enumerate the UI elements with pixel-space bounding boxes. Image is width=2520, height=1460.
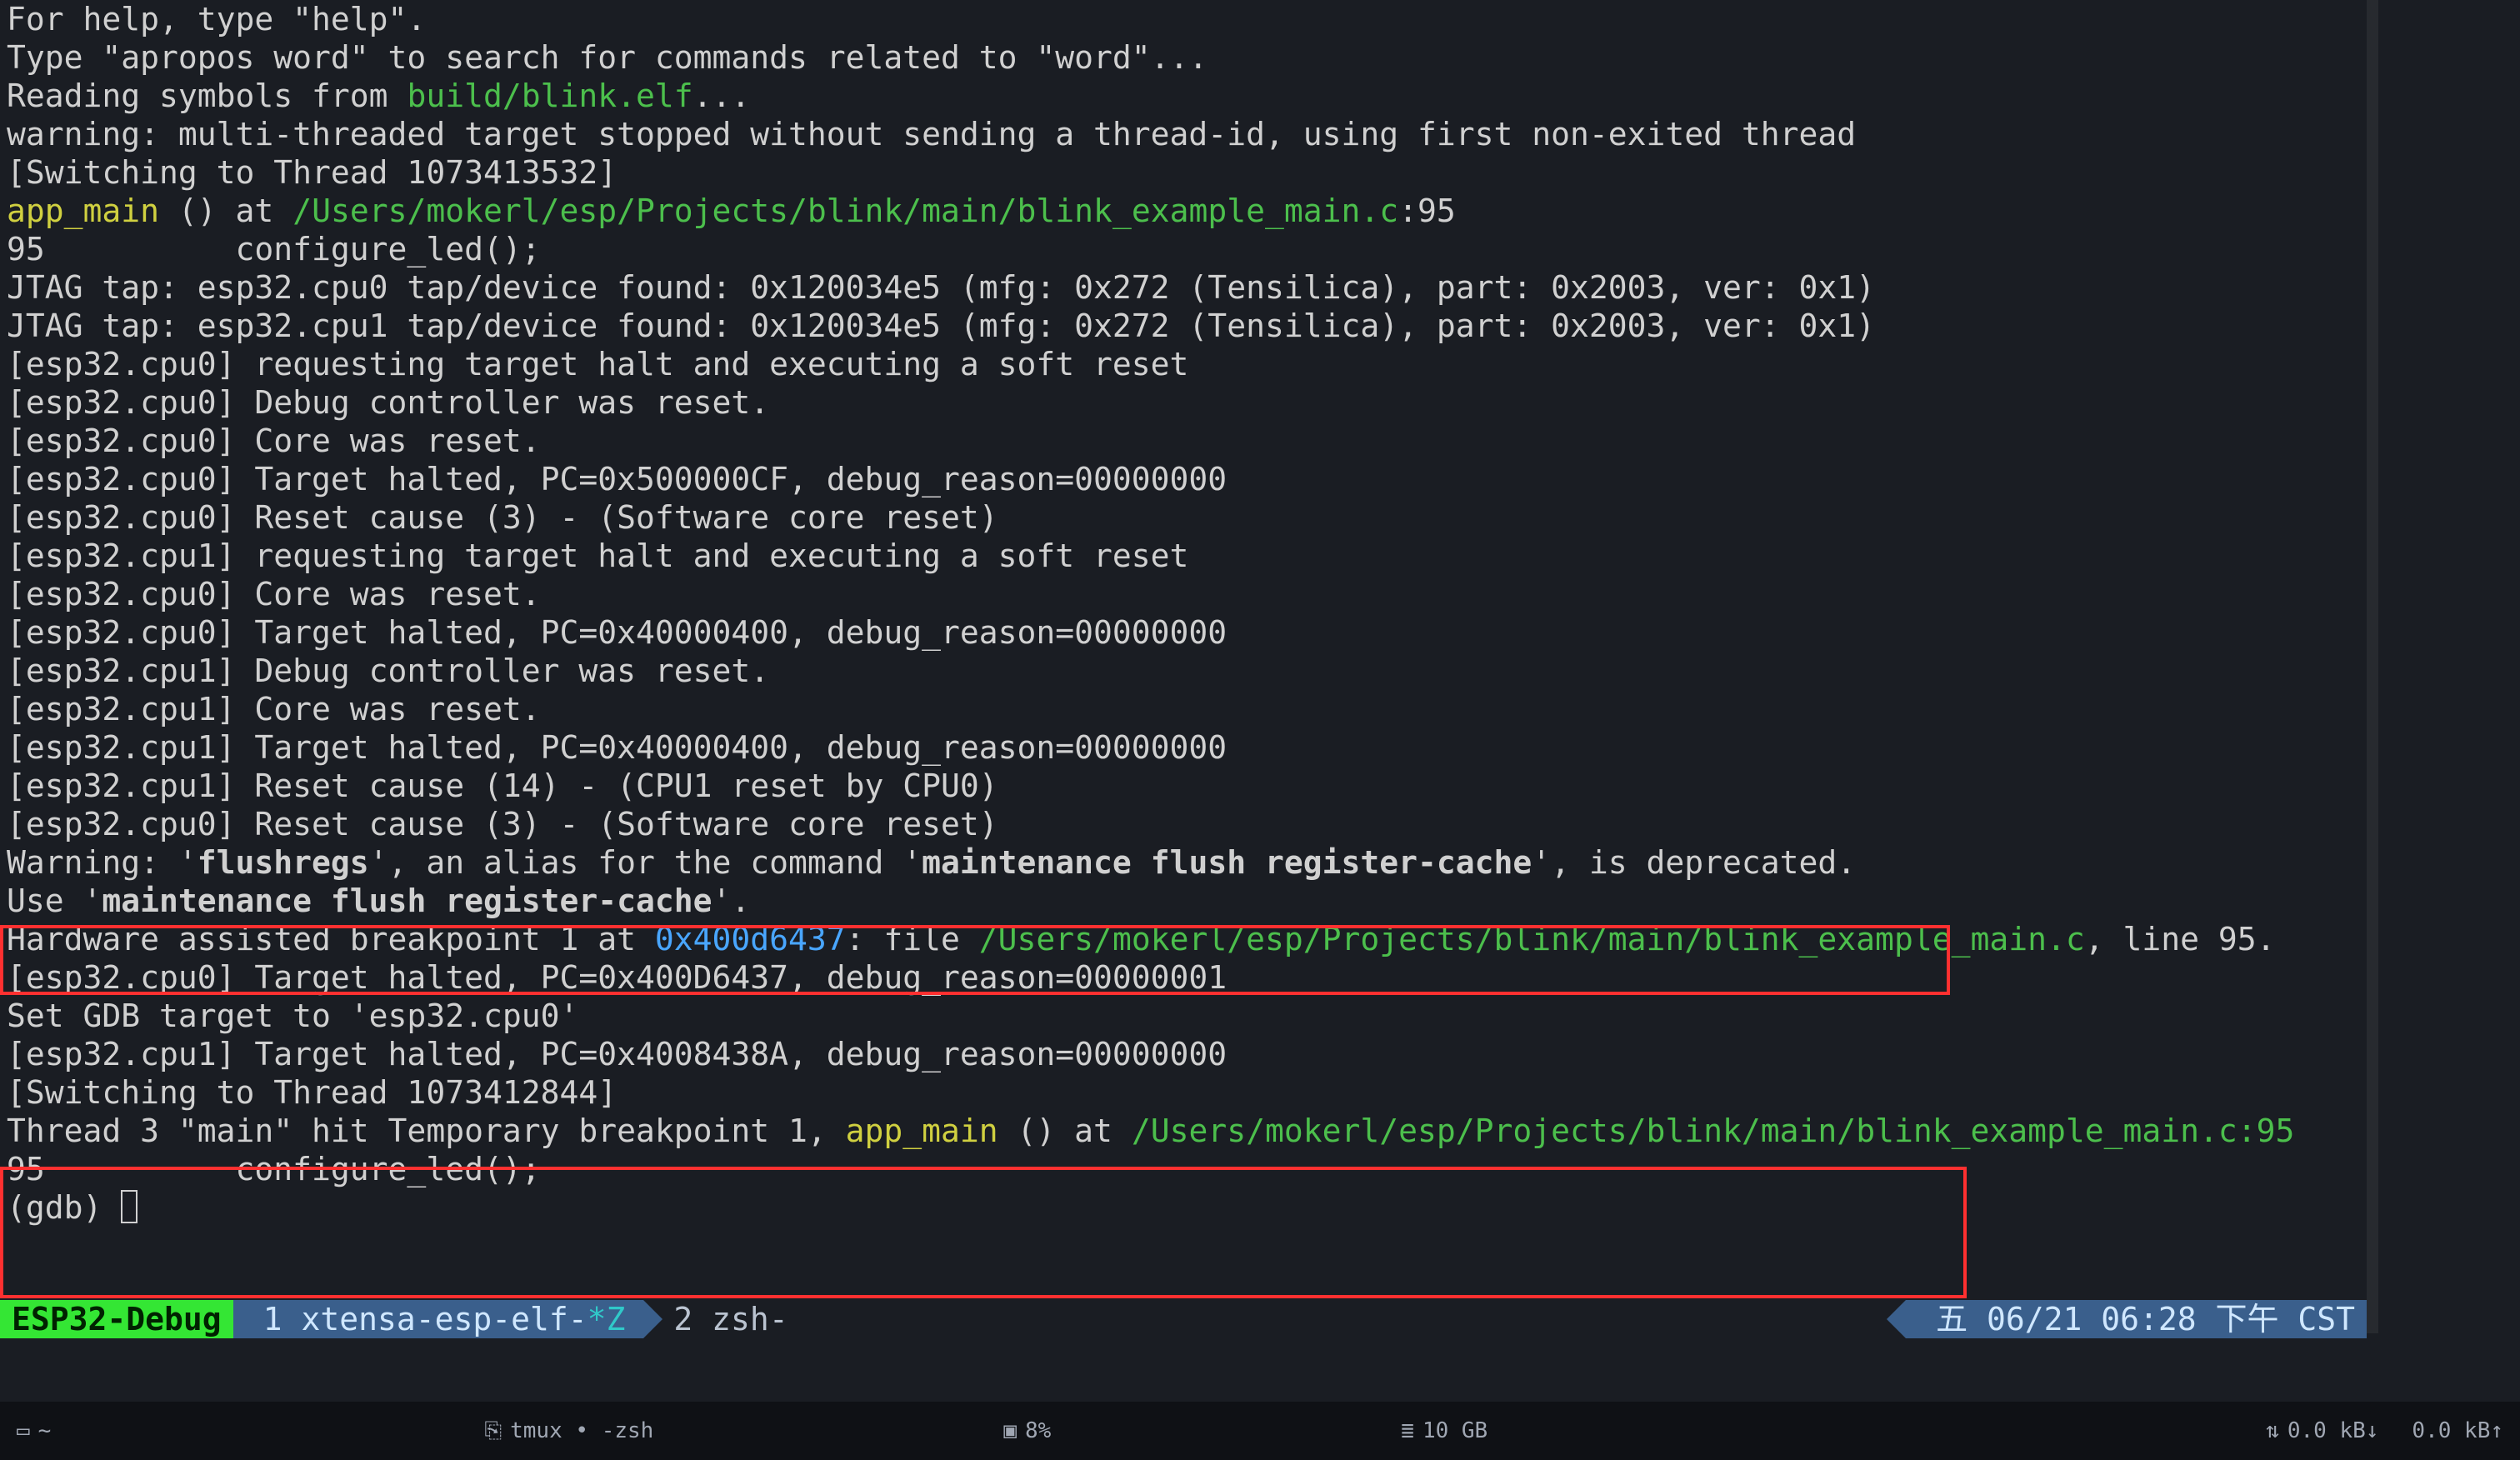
jtag-line: JTAG tap: esp32.cpu0 tap/device found: 0… (7, 268, 2367, 307)
openocd-line: [esp32.cpu0] Reset cause (3) - (Software… (7, 498, 2367, 537)
tmux-clock: 五 06/21 06:28 下午 CST (1906, 1300, 2367, 1338)
tmux-spacer (807, 1300, 1906, 1338)
text: , line 95. (2085, 921, 2276, 958)
text: Hardware assisted breakpoint 1 at (7, 921, 655, 958)
gdb-help-line: Type "apropos word" to search for comman… (7, 38, 2367, 77)
text: () at (159, 192, 292, 229)
os-process-text: tmux • -zsh (510, 1412, 653, 1450)
gdb-breakpoint-set: Hardware assisted breakpoint 1 at 0x400d… (7, 920, 2367, 958)
file-path: /Users/mokerl/esp/Projects/blink/main/bl… (979, 921, 2085, 958)
os-mem-section[interactable]: ≣ 10 GB (1384, 1402, 1504, 1460)
file-path: build/blink.elf (407, 78, 692, 114)
gdb-deprecation-warning: Warning: 'flushregs', an alias for the c… (7, 843, 2367, 882)
network-icon: ⇅ (2266, 1412, 2279, 1450)
text: ', an alias for the command ' (369, 844, 922, 881)
jtag-line: JTAG tap: esp32.cpu1 tap/device found: 0… (7, 307, 2367, 345)
tmux-window-index: 2 (673, 1301, 692, 1338)
command-name: maintenance flush register-cache (922, 844, 1532, 881)
tmux-status-bar: ESP32-Debug 1 xtensa-esp-elf-*Z 2 zsh- 五… (0, 1300, 2367, 1338)
function-name: app_main (846, 1112, 998, 1149)
file-path: /Users/mokerl/esp/Projects/blink/main/bl… (1132, 1112, 2295, 1149)
text: () at (998, 1112, 1132, 1149)
os-status-bar: ▭ ~ ⎘ tmux • -zsh ▣ 8% ≣ 10 GB ⇅ 0.0 kB↓… (0, 1402, 2520, 1460)
openocd-line: [esp32.cpu0] Target halted, PC=0x400D643… (7, 958, 2367, 997)
tmux-window-active[interactable]: 1 xtensa-esp-elf-*Z (233, 1300, 644, 1338)
tmux-window-name: zsh (712, 1301, 769, 1338)
text: Use ' (7, 882, 102, 919)
os-process-section[interactable]: ⎘ tmux • -zsh (468, 1402, 670, 1460)
terminal-output[interactable]: For help, type "help". Type "apropos wor… (0, 0, 2367, 1308)
openocd-line: [esp32.cpu1] Reset cause (14) - (CPU1 re… (7, 767, 2367, 805)
cpu-icon: ▣ (1003, 1412, 1017, 1450)
os-net-section[interactable]: ⇅ 0.0 kB↓ (2249, 1402, 2395, 1460)
tmux-session-name[interactable]: ESP32-Debug (0, 1300, 233, 1338)
openocd-line: [esp32.cpu0] Reset cause (3) - (Software… (7, 805, 2367, 843)
text: Thread 3 "main" hit Temporary breakpoint… (7, 1112, 846, 1149)
text: '. (712, 882, 750, 919)
gdb-read-symbols: Reading symbols from build/blink.elf... (7, 77, 2367, 115)
gdb-help-line: For help, type "help". (7, 0, 2367, 38)
cursor (121, 1190, 138, 1223)
text: ... (693, 78, 751, 114)
function-name: app_main (7, 192, 159, 229)
gdb-thread-switch: [Switching to Thread 1073412844] (7, 1073, 2367, 1112)
os-net-up-section[interactable]: 0.0 kB↑ (2395, 1402, 2520, 1460)
openocd-line: [esp32.cpu0] Target halted, PC=0x4000040… (7, 613, 2367, 652)
address: 0x400d6437 (655, 921, 846, 958)
openocd-line: [esp32.cpu0] requesting target halt and … (7, 345, 2367, 383)
gdb-source-line: 95 configure_led(); (7, 1150, 2367, 1188)
os-cpu-section[interactable]: ▣ 8% (987, 1402, 1068, 1460)
gdb-prompt[interactable]: (gdb) (7, 1188, 2367, 1227)
text: Warning: ' (7, 844, 198, 881)
openocd-line: [esp32.cpu0] Core was reset. (7, 575, 2367, 613)
tmux-window-name: xtensa-esp-elf- (301, 1301, 587, 1338)
tmux-window-inactive[interactable]: 2 zsh- (643, 1300, 806, 1338)
openocd-line: [esp32.cpu1] Debug controller was reset. (7, 652, 2367, 690)
line-no: :95 (1398, 192, 1456, 229)
command-name: flushregs (198, 844, 369, 881)
file-path: /Users/mokerl/esp/Projects/blink/main/bl… (292, 192, 1398, 229)
openocd-line: [esp32.cpu0] Target halted, PC=0x500000C… (7, 460, 2367, 498)
gdb-source-line: 95 configure_led(); (7, 230, 2367, 268)
openocd-line: [esp32.cpu1] requesting target halt and … (7, 537, 2367, 575)
gdb-breakpoint-hit: Thread 3 "main" hit Temporary breakpoint… (7, 1112, 2367, 1150)
os-mem-text: 10 GB (1422, 1412, 1488, 1450)
memory-icon: ≣ (1401, 1412, 1414, 1450)
prompt-text: (gdb) (7, 1189, 121, 1226)
text: ', is deprecated. (1532, 844, 1856, 881)
tmux-window-flag: *Z (588, 1301, 626, 1338)
os-net-down: 0.0 kB↓ (2288, 1412, 2379, 1450)
openocd-line: [esp32.cpu1] Target halted, PC=0x4000040… (7, 728, 2367, 767)
gdb-warning: warning: multi-threaded target stopped w… (7, 115, 2367, 153)
os-path-section[interactable]: ▭ ~ (0, 1402, 68, 1460)
tmux-icon: ⎘ (484, 1412, 502, 1450)
gdb-deprecation-hint: Use 'maintenance flush register-cache'. (7, 882, 2367, 920)
gdb-thread-switch: [Switching to Thread 1073413532] (7, 153, 2367, 192)
openocd-line: [esp32.cpu0] Debug controller was reset. (7, 383, 2367, 422)
os-cpu-text: 8% (1025, 1412, 1051, 1450)
openocd-line: [esp32.cpu1] Core was reset. (7, 690, 2367, 728)
scrollbar-track[interactable] (2367, 0, 2378, 1333)
os-net-up: 0.0 kB↑ (2412, 1412, 2503, 1450)
tmux-window-flag: - (769, 1301, 788, 1338)
text: Reading symbols from (7, 78, 407, 114)
gdb-target-set: Set GDB target to 'esp32.cpu0' (7, 997, 2367, 1035)
openocd-line: [esp32.cpu1] Target halted, PC=0x4008438… (7, 1035, 2367, 1073)
openocd-line: [esp32.cpu0] Core was reset. (7, 422, 2367, 460)
os-path-text: ~ (38, 1412, 52, 1450)
folder-icon: ▭ (17, 1412, 30, 1450)
text: : file (846, 921, 979, 958)
gdb-current-frame: app_main () at /Users/mokerl/esp/Project… (7, 192, 2367, 230)
tmux-window-index: 1 (263, 1301, 282, 1338)
command-name: maintenance flush register-cache (102, 882, 712, 919)
